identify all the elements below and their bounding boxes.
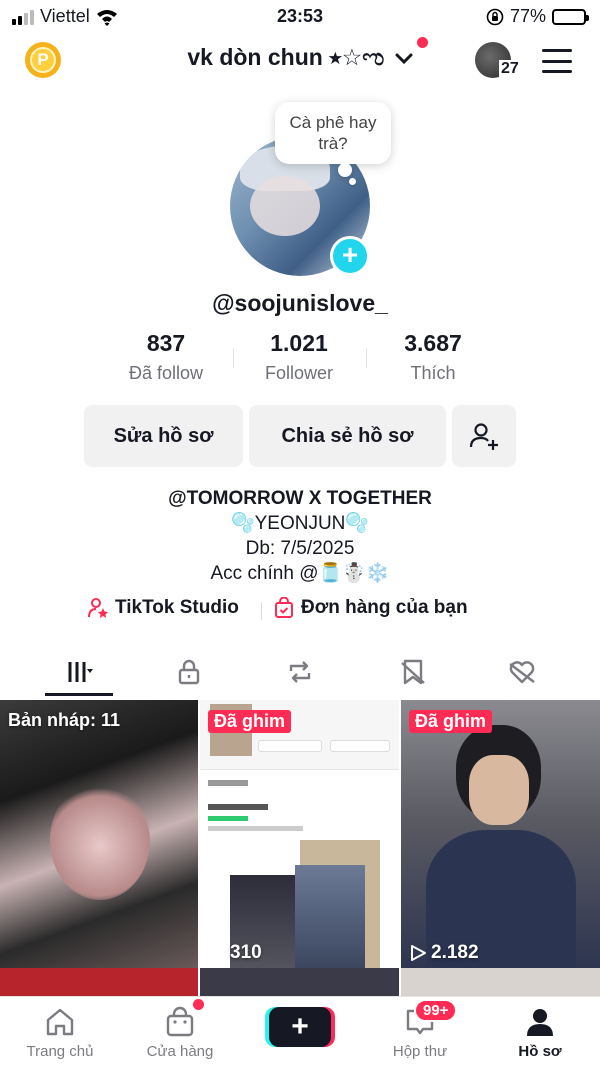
tiktok-studio-link[interactable]: TikTok Studio (87, 597, 239, 619)
stats-row: 837 Đã follow 1.021 Follower 3.687 Thích (0, 330, 600, 390)
video-tile[interactable] (0, 968, 198, 998)
lock-icon (178, 659, 200, 685)
favorites-icon (401, 659, 425, 685)
nav-home-label: Trang chủ (26, 1043, 94, 1060)
add-story-icon[interactable]: + (330, 236, 370, 276)
menu-icon[interactable] (542, 49, 572, 73)
stat-followers-label: Follower (264, 363, 334, 383)
orientation-lock-icon (486, 8, 504, 25)
play-icon (411, 945, 426, 961)
stat-likes-label: Thích (410, 363, 456, 383)
friends-count: 27 (499, 60, 521, 78)
videos-icon (68, 662, 93, 682)
view-count: 2.182 (409, 942, 479, 964)
nav-profile-label: Hồ sơ (518, 1043, 562, 1060)
shop-notification-dot (193, 999, 204, 1010)
stat-following[interactable]: 837 Đã follow (101, 330, 231, 384)
share-profile-button[interactable]: Chia sẻ hồ sơ (249, 405, 446, 467)
nav-profile[interactable]: Hồ sơ (490, 1005, 590, 1060)
stat-following-value: 837 (146, 330, 186, 356)
view-count: 310 (208, 942, 262, 964)
divider (261, 602, 262, 620)
video-tile[interactable]: Đã ghim 310 (200, 700, 399, 968)
play-icon (210, 945, 225, 961)
stat-likes[interactable]: 3.687 Thích (368, 330, 498, 384)
stat-followers[interactable]: 1.021 Follower (234, 330, 364, 384)
status-right: 77% (486, 6, 589, 27)
studio-label: TikTok Studio (115, 597, 239, 618)
bio-line: Acc chính @🫙☃️❄️ (210, 563, 390, 584)
battery-icon (552, 8, 589, 25)
nav-inbox-label: Hộp thư (392, 1043, 448, 1060)
view-count-value: 2.182 (431, 942, 479, 963)
studio-icon (88, 598, 108, 618)
video-tile-drafts[interactable]: Bản nháp: 11 (0, 700, 198, 968)
nav-shop[interactable]: Cửa hàng (130, 1005, 230, 1060)
username-text: vk dòn chun ⭒☆ಌ (187, 44, 385, 70)
chevron-down-icon[interactable] (395, 53, 413, 65)
notification-dot (417, 37, 428, 48)
pinned-badge: Đã ghim (409, 710, 493, 733)
content-tabs (0, 648, 600, 696)
video-tile[interactable] (401, 968, 600, 998)
tab-videos[interactable] (44, 654, 114, 690)
orders-label: Đơn hàng của bạn (301, 597, 468, 618)
profile-links: TikTok Studio Đơn hàng của bạn (0, 597, 600, 625)
profile-icon (527, 1009, 553, 1036)
video-tile[interactable] (200, 968, 399, 998)
divider (366, 348, 367, 368)
video-tile[interactable]: Đã ghim 2.182 (401, 700, 600, 968)
home-icon (46, 1008, 74, 1036)
status-bar: Viettel 23:53 77% (0, 0, 600, 34)
bubble-tail-small (349, 178, 356, 185)
nav-home[interactable]: Trang chủ (10, 1005, 110, 1060)
add-user-icon (469, 423, 498, 450)
tab-liked[interactable] (487, 654, 557, 690)
edit-profile-button[interactable]: Sửa hồ sơ (84, 405, 243, 467)
nav-shop-label: Cửa hàng (146, 1043, 214, 1060)
bio: @TOMORROW X TOGETHER 🫧YEONJUN🫧 Db: 7/5/2… (0, 486, 600, 586)
tab-favorites[interactable] (378, 654, 448, 690)
video-grid: Bản nháp: 11 Đã ghim 310 Đã ghim 2.182 (0, 700, 600, 1000)
add-friend-button[interactable] (452, 405, 516, 467)
drafts-label: Bản nháp: 11 (8, 710, 121, 730)
bio-line: @TOMORROW X TOGETHER (168, 488, 432, 509)
shopping-bag-icon (275, 597, 293, 618)
repost-icon (289, 661, 311, 683)
active-tab-indicator (45, 693, 113, 696)
profile-handle: @soojunislove_ (212, 290, 388, 316)
stat-following-label: Đã follow (128, 363, 204, 383)
orders-link[interactable]: Đơn hàng của bạn (273, 597, 468, 619)
tab-private[interactable] (154, 654, 224, 690)
note-bubble[interactable]: Cà phê hay trà? (275, 102, 391, 164)
bio-line: 🫧YEONJUN🫧 (230, 513, 370, 534)
stat-likes-value: 3.687 (404, 330, 462, 356)
view-count-value: 310 (230, 942, 262, 963)
bio-line: Db: 7/5/2025 (245, 538, 355, 559)
tab-reposts[interactable] (265, 654, 335, 690)
note-text: Cà phê hay trà? (289, 113, 377, 153)
create-button[interactable]: + (269, 1007, 331, 1047)
bubble-tail (338, 163, 352, 177)
stat-followers-value: 1.021 (270, 330, 328, 356)
liked-icon (509, 661, 535, 684)
pinned-badge: Đã ghim (208, 710, 292, 733)
battery-percent: 77% (509, 6, 546, 26)
bottom-nav: Trang chủ Cửa hàng + Hộp thư 99+ Hồ sơ (0, 996, 600, 1067)
inbox-badge: 99+ (414, 999, 458, 1022)
shop-icon (166, 1006, 194, 1037)
